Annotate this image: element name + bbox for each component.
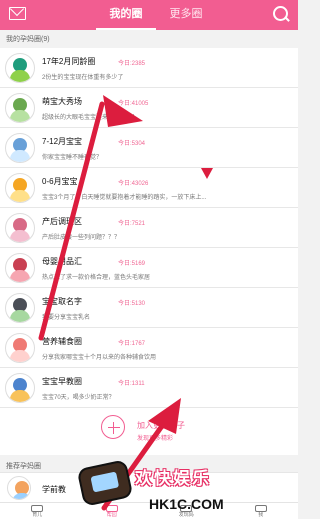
circle-name: 萌宝大秀场 — [42, 97, 82, 106]
recommended-avatar — [7, 476, 31, 500]
circle-name: 母婴用品汇 — [42, 257, 82, 266]
circle-list-item[interactable]: 0-6月宝宝 今日:43026 宝宝3个月了，白天睡觉就要抱着才能睡的踏实，一放下床… — [0, 168, 298, 208]
circle-avatar — [5, 333, 35, 363]
circle-today-count: 今日:5169 — [118, 261, 146, 267]
circle-name: 17年2月同龄圈 — [42, 57, 96, 66]
tab-more-circles[interactable]: 更多圈 — [156, 0, 216, 30]
mail-icon[interactable] — [9, 7, 26, 20]
plus-icon[interactable] — [101, 415, 125, 439]
circle-today-count: 今日:2385 — [118, 61, 146, 67]
circle-avatar — [5, 133, 35, 163]
circle-latest-post: 分享我家哪宝宝十个月以来的各种辅食饮用 — [42, 355, 157, 361]
circle-list-item[interactable]: 萌宝大秀场 今日:41005 超级长的大眼毛宝宝要来的接走吧！ — [0, 88, 298, 128]
add-more-circles[interactable]: 加入更多圈子 发现更多精彩 — [0, 408, 298, 455]
circle-name: 宝宝早教圈 — [42, 377, 82, 386]
recommended-title: 推荐孕妈圈 — [6, 463, 41, 470]
circle-name: 营养辅食圈 — [42, 337, 82, 346]
circle-name: 7-12月宝宝 — [42, 137, 83, 146]
watermark-logo: 欢快娱乐 HK1C.COM — [76, 456, 250, 518]
circle-avatar — [5, 253, 35, 283]
circle-list-item[interactable]: 宝宝早教圈 今日:1311 宝宝70天，喝多少奶正常？ — [0, 368, 298, 408]
circle-today-count: 今日:41005 — [118, 101, 149, 107]
circle-latest-post: 产后肚皮腰一些列问题？？？ — [42, 235, 121, 241]
watermark-domain: HK1C.COM — [149, 496, 224, 512]
search-icon[interactable] — [272, 5, 290, 23]
circle-today-count: 今日:7521 — [118, 221, 146, 227]
circle-list-item[interactable]: 7-12月宝宝 今日:5304 你家宝宝睡不睡夜觉？ — [0, 128, 298, 168]
circle-list-item[interactable]: 宝宝取名字 今日:5130 我要分享宝宝乳名 — [0, 288, 298, 328]
circle-avatar — [5, 173, 35, 203]
circle-today-count: 今日:1311 — [118, 381, 145, 387]
circle-latest-post: 超级长的大眼毛宝宝要来的接走吧！ — [42, 115, 139, 121]
circle-latest-post: 热点来了求一款价格合理，蓝色头毛家居 — [42, 275, 151, 281]
circle-list: 17年2月同龄圈 今日:2385 2份生的宝宝现在体重有多少了 萌宝大秀场 今日:410… — [0, 48, 298, 408]
circle-today-count: 今日:5130 — [118, 301, 146, 307]
top-navigation-bar: 我的圈 更多圈 — [0, 0, 298, 30]
game-controller-icon — [76, 459, 134, 507]
circle-avatar — [5, 93, 35, 123]
circle-avatar — [5, 373, 35, 403]
circle-tabs: 我的圈 更多圈 — [96, 0, 216, 30]
add-more-subtitle[interactable]: 发现更多精彩 — [137, 433, 173, 442]
circle-latest-post: 宝宝70天，喝多少奶正常？ — [42, 395, 115, 401]
circle-list-item[interactable]: 母婴用品汇 今日:5169 热点来了求一款价格合理，蓝色头毛家居 — [0, 248, 298, 288]
circle-name: 宝宝取名字 — [42, 297, 82, 306]
nav-item-parenting[interactable]: 育儿 — [0, 503, 75, 519]
watermark-brand: 欢快娱乐 — [135, 469, 211, 488]
add-more-title[interactable]: 加入更多圈子 — [137, 420, 185, 431]
circle-name: 产后调理区 — [42, 217, 82, 226]
circle-latest-post: 2份生的宝宝现在体重有多少了 — [42, 75, 124, 81]
circle-list-item[interactable]: 产后调理区 今日:7521 产后肚皮腰一些列问题？？？ — [0, 208, 298, 248]
circle-avatar — [5, 53, 35, 83]
circle-latest-post: 宝宝3个月了，白天睡觉就要抱着才能睡的踏实，一放下床上... — [42, 195, 207, 201]
circle-today-count: 今日:5304 — [118, 141, 146, 147]
my-circles-title: 我的孕妈圈(9) — [6, 36, 50, 43]
circle-list-item[interactable]: 17年2月同龄圈 今日:2385 2份生的宝宝现在体重有多少了 — [0, 48, 298, 88]
circle-avatar — [5, 213, 35, 243]
profile-icon — [254, 505, 267, 512]
recommended-circle-name[interactable]: 学前教 — [42, 484, 66, 495]
circle-list-item[interactable]: 营养辅食圈 今日:1767 分享我家哪宝宝十个月以来的各种辅食饮用 — [0, 328, 298, 368]
circle-latest-post: 你家宝宝睡不睡夜觉？ — [42, 155, 103, 161]
circle-latest-post: 我要分享宝宝乳名 — [42, 315, 91, 321]
parenting-icon — [31, 505, 44, 512]
circle-avatar — [5, 293, 35, 323]
circle-today-count: 今日:1767 — [118, 341, 146, 347]
circle-today-count: 今日:43026 — [118, 181, 149, 187]
tab-my-circles[interactable]: 我的圈 — [96, 0, 156, 30]
circle-name: 0-6月宝宝 — [42, 177, 78, 186]
